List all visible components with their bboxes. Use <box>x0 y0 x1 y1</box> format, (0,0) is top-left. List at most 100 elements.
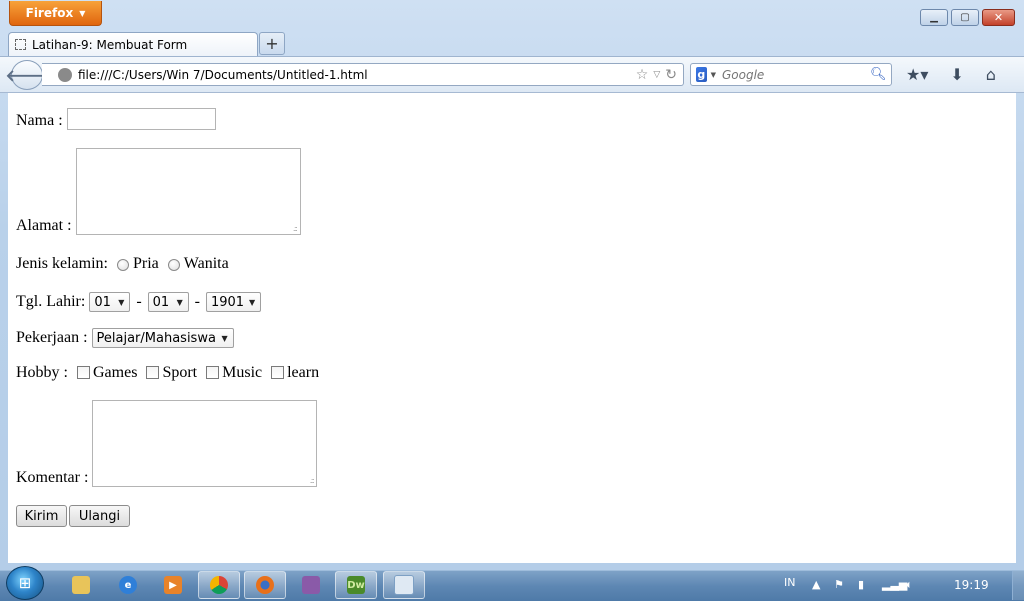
job-label: Pekerjaan : <box>16 329 88 346</box>
dob-row: Tgl. Lahir: 01 ▼ - 01 ▼ - 1901 ▼ <box>16 291 261 312</box>
search-icon[interactable]: 🔍︎ <box>870 67 887 82</box>
dreamweaver-icon: Dw <box>347 576 365 594</box>
taskbar-winrar[interactable] <box>290 571 332 599</box>
network-signal-icon[interactable]: ▂▃▅ <box>882 578 907 591</box>
taskbar-media-player[interactable]: ▶ <box>152 571 194 599</box>
job-select[interactable]: Pelajar/Mahasiswa ▼ <box>91 328 234 348</box>
engine-dropdown-icon[interactable]: ▼ <box>711 71 716 79</box>
checkbox-learn[interactable] <box>271 366 285 379</box>
firefox-menu-button[interactable]: Firefox ▼ <box>9 1 102 26</box>
google-engine-icon[interactable]: g <box>696 67 707 82</box>
tab-active[interactable]: Latihan-9: Membuat Form <box>8 32 258 56</box>
dob-month-value: 01 <box>152 294 170 310</box>
url-text[interactable]: file:///C:/Users/Win 7/Documents/Untitle… <box>78 68 636 82</box>
checkbox-games-label: Games <box>93 364 138 381</box>
komentar-textarea[interactable]: .:: <box>92 400 318 487</box>
resize-grip-icon[interactable]: .:: <box>293 224 298 233</box>
close-window-button[interactable]: ✕ <box>982 9 1015 26</box>
job-value: Pelajar/Mahasiswa <box>96 330 216 346</box>
radio-pria[interactable] <box>116 259 129 271</box>
komentar-row: Komentar : .:: <box>16 400 318 487</box>
checkbox-music[interactable] <box>206 366 220 379</box>
minimize-button[interactable]: ▁ <box>920 9 948 26</box>
alamat-textarea[interactable]: .:: <box>75 148 301 235</box>
folder-icon <box>72 576 90 594</box>
dob-day-select[interactable]: 01 ▼ <box>89 292 131 312</box>
chevron-down-icon: ▼ <box>221 333 228 343</box>
taskbar-notepad[interactable] <box>383 571 425 599</box>
firefox-menu-label: Firefox <box>25 6 74 20</box>
taskbar-explorer[interactable] <box>60 571 102 599</box>
chevron-down-icon: ▼ <box>118 297 125 307</box>
checkbox-sport[interactable] <box>146 366 160 379</box>
home-icon[interactable]: ⌂ <box>986 64 996 84</box>
checkbox-sport-label: Sport <box>162 364 198 381</box>
taskbar-dreamweaver[interactable]: Dw <box>335 571 377 599</box>
gender-label: Jenis kelamin: <box>16 255 108 272</box>
alamat-label: Alamat : <box>16 217 72 234</box>
job-row: Pekerjaan : Pelajar/Mahasiswa ▼ <box>16 327 234 348</box>
dob-month-select[interactable]: 01 ▼ <box>147 292 189 312</box>
chevron-down-icon: ▼ <box>79 8 86 18</box>
nama-row: Nama : <box>16 108 216 130</box>
maximize-button[interactable]: ▢ <box>951 9 979 26</box>
taskbar-clock[interactable]: 19:19 <box>954 578 989 592</box>
archive-icon <box>302 576 320 594</box>
checkbox-learn-label: learn <box>287 364 320 381</box>
taskbar-firefox[interactable] <box>244 571 286 599</box>
windows-logo-icon: ⊞ <box>18 574 32 592</box>
dob-label: Tgl. Lahir: <box>16 293 86 310</box>
page-viewport: Nama : Alamat : .:: Jenis kelamin: Pria … <box>8 93 1016 563</box>
chrome-icon <box>210 576 228 594</box>
hobby-row: Hobby : Games Sport Music learn <box>16 364 319 382</box>
dob-year-select[interactable]: 1901 ▼ <box>205 292 261 312</box>
dob-separator: - <box>194 293 200 310</box>
dob-separator: - <box>136 293 142 310</box>
nama-label: Nama : <box>16 112 63 129</box>
hobby-label: Hobby : <box>16 364 68 381</box>
firefox-icon <box>256 576 274 594</box>
radio-pria-label: Pria <box>132 255 159 272</box>
form-buttons: Kirim Ulangi <box>16 505 130 527</box>
search-bar[interactable]: g ▼ 🔍︎ <box>690 63 892 86</box>
globe-icon <box>58 67 72 82</box>
nama-input[interactable] <box>66 108 216 130</box>
bookmarks-menu-icon[interactable]: ★▾ <box>906 64 928 84</box>
notepad-icon <box>394 575 414 595</box>
volume-icon[interactable]: 🔈︎ <box>906 578 913 592</box>
reload-icon[interactable]: ↻ <box>665 67 677 83</box>
start-button[interactable]: ⊞ <box>6 566 44 600</box>
chevron-down-icon: ▼ <box>248 297 256 307</box>
show-desktop-button[interactable] <box>1012 571 1024 600</box>
new-tab-button[interactable]: + <box>259 32 285 55</box>
taskbar-chrome[interactable] <box>198 571 240 599</box>
action-center-icon[interactable]: ⚑ <box>834 578 844 591</box>
window-controls: ▁ ▢ ✕ <box>920 9 1015 26</box>
chevron-down-icon: ▼ <box>176 297 183 307</box>
gender-row: Jenis kelamin: Pria Wanita <box>16 255 229 273</box>
page-favicon-icon <box>15 39 26 50</box>
usb-device-icon[interactable]: ▮ <box>858 578 864 591</box>
radio-wanita[interactable] <box>167 259 180 271</box>
dob-day-value: 01 <box>94 294 111 310</box>
url-bar[interactable]: file:///C:/Users/Win 7/Documents/Untitle… <box>42 63 684 86</box>
radio-wanita-label: Wanita <box>183 255 229 272</box>
language-indicator[interactable]: IN <box>784 576 795 589</box>
taskbar-internet-explorer[interactable]: e <box>107 571 149 599</box>
tab-title: Latihan-9: Membuat Form <box>32 37 188 52</box>
show-hidden-icons-icon[interactable]: ▲ <box>812 578 820 591</box>
checkbox-games[interactable] <box>77 366 90 379</box>
resize-grip-icon[interactable]: .:: <box>310 476 315 485</box>
bookmark-star-icon[interactable]: ☆ <box>636 67 649 83</box>
reset-button[interactable]: Ulangi <box>69 505 130 527</box>
search-input[interactable] <box>722 67 870 82</box>
alamat-row: Alamat : .:: <box>16 148 301 235</box>
downloads-icon[interactable]: ⬇ <box>950 64 963 84</box>
dob-year-value: 1901 <box>210 294 245 310</box>
checkbox-music-label: Music <box>222 364 263 381</box>
komentar-label: Komentar : <box>16 469 89 486</box>
back-button[interactable]: 🡐 <box>6 60 48 90</box>
history-dropdown-icon[interactable]: ▽ <box>653 67 660 83</box>
submit-button[interactable]: Kirim <box>16 505 67 527</box>
internet-explorer-icon: e <box>119 576 137 594</box>
